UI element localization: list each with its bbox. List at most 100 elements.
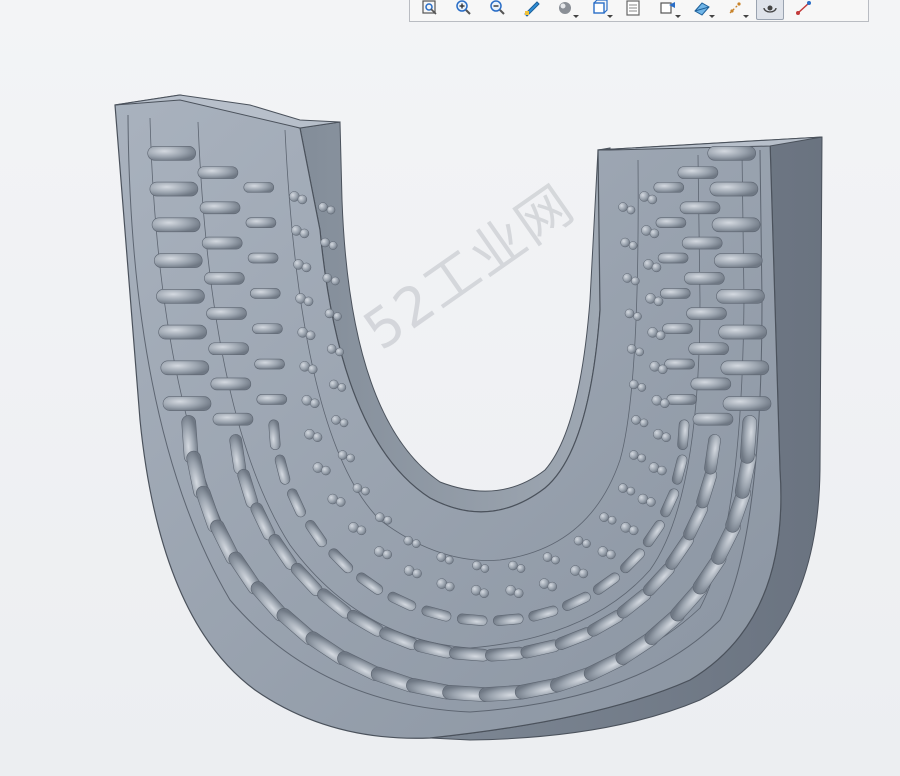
bristle-tuft (657, 252, 689, 264)
bristle-dot (479, 588, 489, 599)
bristle-dot (618, 483, 628, 493)
bristle-tuft (147, 145, 196, 161)
section-button[interactable] (688, 0, 716, 20)
bristle-dot (631, 276, 640, 286)
bristle-dot (516, 564, 526, 573)
bristle-dot (637, 453, 647, 463)
bristle-dot (628, 241, 638, 250)
bristle-tuft (199, 201, 241, 215)
bristle-dot (356, 525, 367, 536)
bristle-tuft (149, 181, 199, 197)
zoom-in-icon (456, 0, 471, 15)
bristle-tuft (722, 396, 772, 411)
bristle-dot (646, 497, 656, 507)
bristle-dot (339, 418, 349, 428)
bristle-dot (444, 555, 454, 565)
repaint-button[interactable] (518, 0, 546, 20)
bristle-tuft (243, 182, 275, 193)
bristle-dot (624, 308, 635, 319)
annotation-display-button[interactable] (790, 0, 818, 20)
bristle-dot (633, 312, 642, 321)
bristle-dot (620, 237, 630, 248)
bristle-tuft (197, 166, 239, 179)
bristle-tuft (151, 217, 201, 233)
graphics-viewport[interactable]: 52工业网 (0, 0, 900, 776)
spin-center-button[interactable] (756, 0, 784, 20)
saved-orientations-button[interactable] (586, 0, 614, 20)
bristle-dot (626, 486, 636, 496)
bristle-dot (326, 205, 336, 215)
bristle-dot (606, 549, 616, 560)
bristle-dot (651, 262, 662, 273)
bristle-dot (626, 344, 637, 354)
bristle-tuft (655, 217, 687, 229)
bristle-dot (631, 415, 641, 425)
bristle-dot (628, 525, 639, 536)
bristle-tuft (156, 289, 205, 304)
bristle-tuft (268, 419, 281, 451)
bristle-tuft (249, 288, 281, 299)
refit-icon (422, 0, 437, 15)
bristle-dot (573, 535, 584, 546)
bristle-dot (361, 486, 370, 496)
bristle-tuft (252, 323, 283, 335)
bristle-dot (412, 568, 422, 579)
bristle-dot (337, 450, 348, 460)
bristle-dot (637, 383, 647, 392)
bristle-tuft (245, 217, 277, 229)
bristle-dot (403, 535, 414, 546)
bristle-dot (336, 497, 346, 507)
bristle-dot (383, 515, 393, 525)
refit-button[interactable] (416, 0, 444, 20)
bristle-dot (653, 296, 664, 307)
bristle-tuft (688, 342, 729, 356)
bristle-dot (328, 241, 338, 250)
bristle-dot (375, 512, 385, 522)
perspective-view-button[interactable] (654, 0, 682, 20)
bristle-tuft (662, 323, 693, 335)
bristle-tuft (160, 360, 210, 376)
bristle-tuft (449, 646, 490, 662)
spin-center-icon (763, 5, 777, 13)
bristle-dot (322, 273, 333, 283)
bristle-tuft (256, 394, 288, 405)
display-style-button[interactable] (552, 0, 580, 20)
bristle-tuft (204, 271, 245, 285)
bristle-dot (542, 552, 553, 562)
bristle-tuft (210, 377, 252, 391)
bristle-tuft (162, 396, 212, 411)
bristle-dot (582, 539, 591, 548)
bristle-dot (329, 379, 339, 390)
zoom-out-button[interactable] (484, 0, 512, 20)
bristle-dot (599, 512, 609, 522)
bristle-dot (635, 347, 644, 357)
bristle-dot (320, 237, 330, 248)
bristle-tuft (677, 166, 719, 179)
bristle-tuft (659, 288, 691, 299)
bristle-tuft (677, 419, 690, 451)
bristle-dot (639, 418, 649, 428)
bristle-tuft (247, 252, 279, 264)
bristle-tuft (711, 217, 761, 233)
bristle-tuft (666, 394, 698, 405)
bristle-tuft (158, 324, 207, 340)
bristle-tuft (709, 181, 759, 197)
bristle-dot (628, 450, 639, 460)
bristle-tuft (153, 253, 203, 268)
bristle-dot (331, 415, 341, 425)
bristle-dot (629, 379, 639, 390)
bristle-dot (622, 273, 633, 283)
datum-display-button[interactable] (722, 0, 750, 20)
bristle-dot (480, 564, 490, 573)
bristle-dot (307, 364, 318, 375)
annotation-display-icon (796, 0, 811, 15)
view-manager-button[interactable] (620, 0, 648, 20)
bristle-tuft (206, 307, 247, 320)
bristle-tuft (713, 253, 763, 268)
bristle-tuft (690, 377, 732, 391)
u-shaped-toothbrush-model[interactable] (0, 0, 900, 776)
bristle-dot (305, 330, 316, 341)
bristle-tuft (718, 324, 767, 340)
bristle-tuft (208, 342, 249, 356)
zoom-in-button[interactable] (450, 0, 478, 20)
